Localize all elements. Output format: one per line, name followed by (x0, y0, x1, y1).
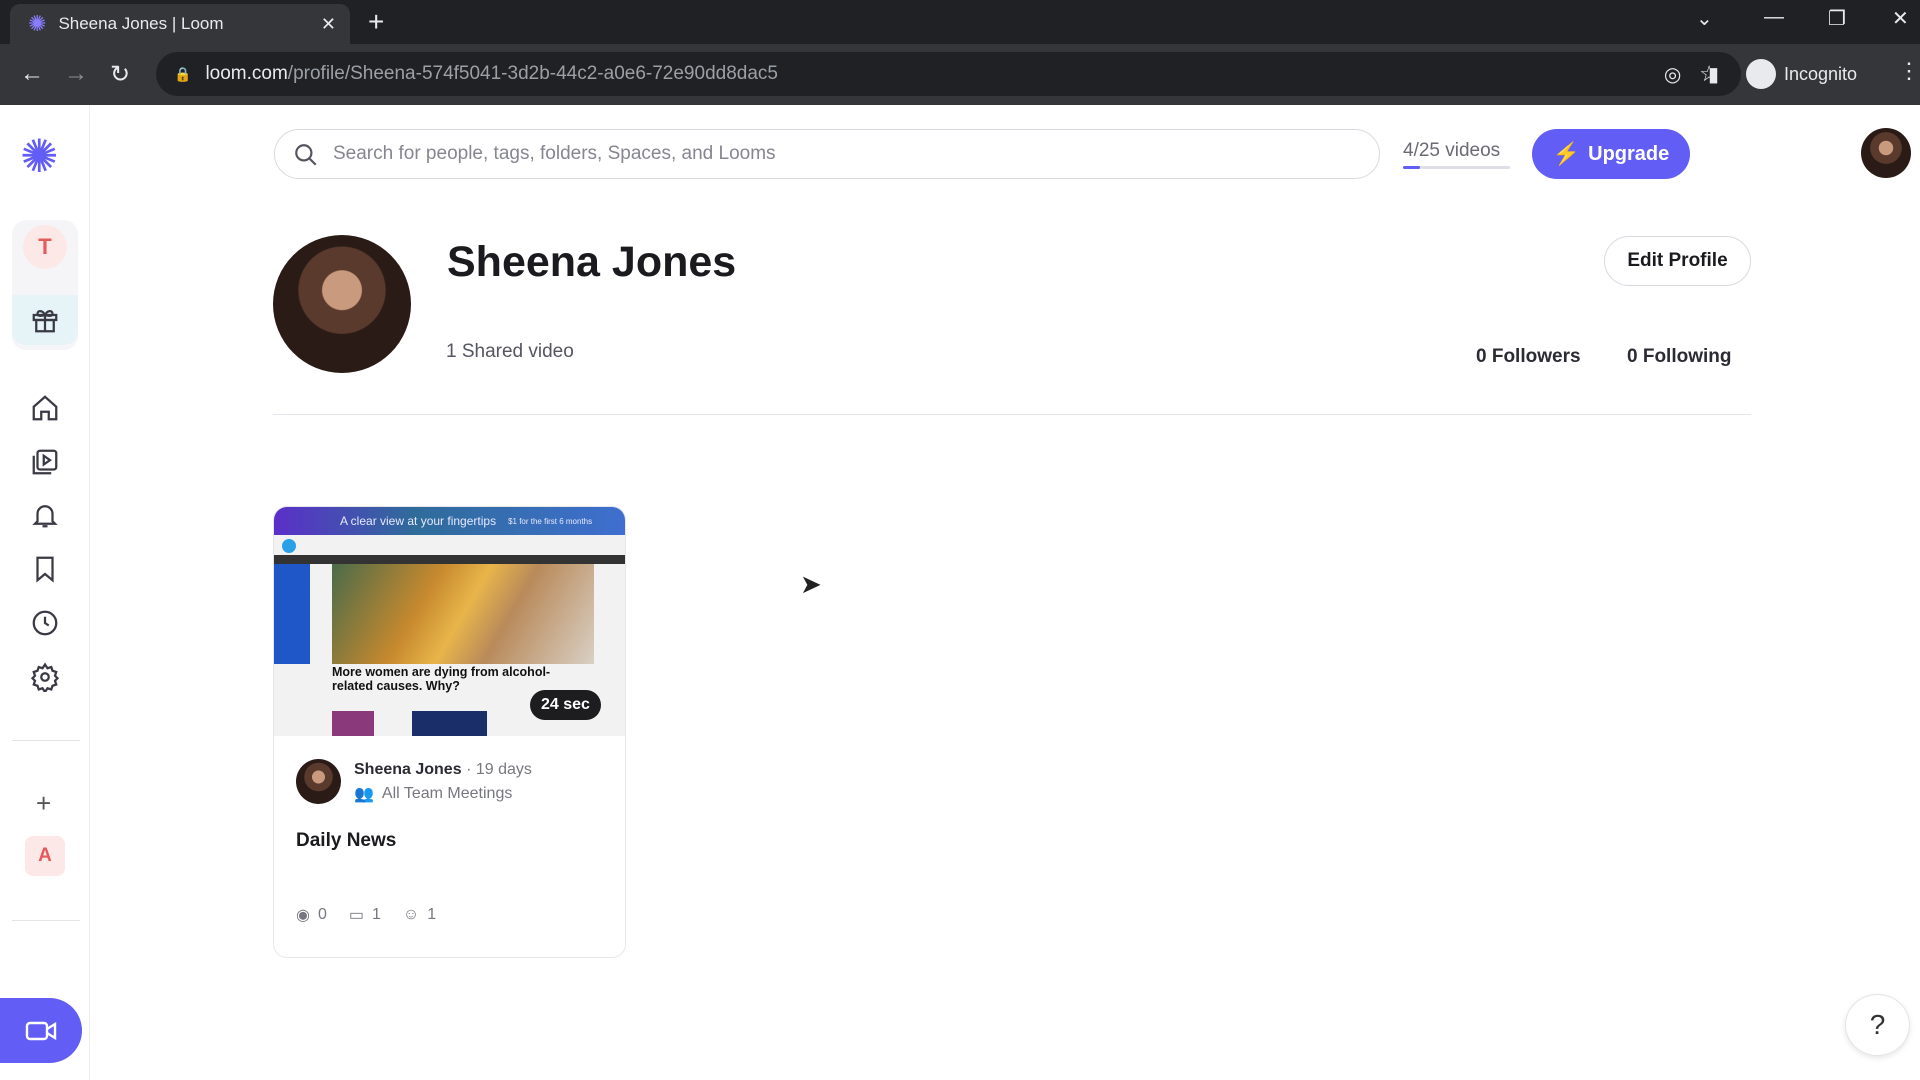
clock-icon[interactable] (25, 603, 65, 643)
thumbnail-image (412, 711, 487, 736)
incognito-badge[interactable]: Incognito (1746, 56, 1857, 92)
author-line: Sheena Jones · 19 days (354, 761, 532, 779)
thumbnail-photo (332, 564, 594, 664)
library-icon[interactable] (25, 442, 65, 482)
lock-icon: 🔒 (174, 65, 192, 82)
following-link[interactable]: 0 Following (1627, 346, 1732, 368)
record-button[interactable] (0, 998, 82, 1063)
comment-icon: ▭ (348, 907, 364, 924)
back-icon[interactable]: ← (20, 60, 44, 88)
search-input[interactable]: Search for people, tags, folders, Spaces… (274, 129, 1380, 179)
reaction-count: 1 (427, 906, 437, 923)
mouse-cursor-icon: ➤ (800, 569, 822, 599)
video-quota[interactable]: 4/25 videos (1403, 140, 1500, 162)
forward-icon[interactable]: → (64, 60, 88, 88)
profile-avatar (273, 235, 411, 373)
close-window-icon[interactable]: ✕ (1892, 6, 1909, 31)
space-name: All Team Meetings (381, 785, 513, 802)
eye-icon: ◉ (296, 907, 310, 924)
incognito-label: Incognito (1784, 63, 1858, 84)
incognito-icon (1746, 59, 1776, 89)
workspace-a-avatar[interactable]: A (25, 836, 65, 876)
search-placeholder: Search for people, tags, folders, Spaces… (333, 143, 776, 164)
minimize-icon[interactable]: — (1764, 6, 1784, 29)
upgrade-button[interactable]: ⚡ Upgrade (1532, 129, 1690, 179)
video-thumbnail[interactable]: A clear view at your fingertips $1 for th… (274, 507, 625, 736)
thumbnail-headline: More women are dying from alcohol-relate… (332, 665, 551, 693)
thumbnail-banner: A clear view at your fingertips $1 for th… (274, 507, 625, 535)
home-icon[interactable] (25, 388, 65, 428)
loom-favicon-icon: ✺ (28, 11, 47, 36)
thumbnail-image (332, 711, 374, 736)
browser-tab[interactable]: ✺ Sheena Jones | Loom ✕ (10, 4, 350, 44)
user-avatar-menu[interactable] (1861, 128, 1911, 178)
help-button[interactable]: ? (1845, 994, 1910, 1056)
edit-profile-button[interactable]: Edit Profile (1604, 236, 1751, 286)
url-bar[interactable]: 🔒 loom.com/profile/Sheena-574f5041-3d2b-… (156, 52, 1741, 96)
video-age: · 19 days (466, 761, 532, 778)
profile-divider (273, 414, 1751, 415)
thumbnail-nav (274, 555, 625, 564)
video-camera-icon (25, 1021, 57, 1040)
bell-icon[interactable] (25, 495, 65, 535)
browser-menu-icon[interactable]: ⋮ (1898, 58, 1920, 84)
video-card[interactable]: A clear view at your fingertips $1 for th… (273, 506, 626, 958)
smiley-icon: ☺ (402, 906, 420, 923)
thumbnail-ad (274, 564, 310, 664)
side-panel-icon[interactable]: ▮ (1708, 62, 1719, 87)
bookmark-icon[interactable] (25, 549, 65, 589)
video-title[interactable]: Daily News (296, 830, 396, 852)
news-logo-icon (282, 539, 296, 553)
loom-logo-icon[interactable]: ✺ (20, 133, 59, 179)
followers-link[interactable]: 0 Followers (1476, 346, 1581, 368)
search-icon (295, 144, 317, 166)
eye-off-icon[interactable]: ◎ (1664, 62, 1681, 87)
shared-video-count: 1 Shared video (446, 341, 574, 362)
view-count: 0 (317, 906, 327, 923)
upgrade-label: Upgrade (1588, 142, 1670, 165)
tab-search-icon[interactable]: ⌄ (1696, 6, 1713, 31)
tab-title: Sheena Jones | Loom (58, 14, 224, 33)
new-tab-button[interactable]: + (368, 6, 384, 38)
space-line[interactable]: 👥 All Team Meetings (354, 784, 512, 804)
duration-badge: 24 sec (530, 690, 601, 720)
banner-text: A clear view at your fingertips (340, 514, 497, 528)
reload-icon[interactable]: ↻ (110, 60, 130, 89)
sidebar-divider (12, 740, 80, 741)
url-path: /profile/Sheena-574f5041-3d2b-44c2-a0e6-… (287, 63, 778, 84)
lightning-icon: ⚡ (1552, 141, 1581, 166)
add-workspace-button[interactable]: + (36, 788, 51, 819)
restore-icon[interactable]: ❐ (1828, 6, 1846, 31)
video-stats: ◉ 0 ▭ 1 ☺ 1 (296, 905, 436, 925)
comment-count: 1 (372, 906, 381, 923)
author-avatar (296, 759, 341, 804)
team-icon: 👥 (354, 786, 374, 803)
workspace-avatar[interactable]: T (23, 225, 67, 269)
gear-icon[interactable] (25, 657, 65, 697)
profile-name: Sheena Jones (447, 238, 737, 286)
sidebar-divider (12, 920, 80, 921)
url-domain: loom.com (205, 63, 288, 84)
author-name[interactable]: Sheena Jones (354, 761, 462, 778)
quota-progress (1403, 166, 1510, 169)
gift-icon[interactable] (12, 295, 78, 345)
thumbnail-image (592, 637, 625, 736)
close-tab-icon[interactable]: ✕ (321, 14, 336, 35)
banner-offer: $1 for the first 6 months (508, 516, 593, 526)
